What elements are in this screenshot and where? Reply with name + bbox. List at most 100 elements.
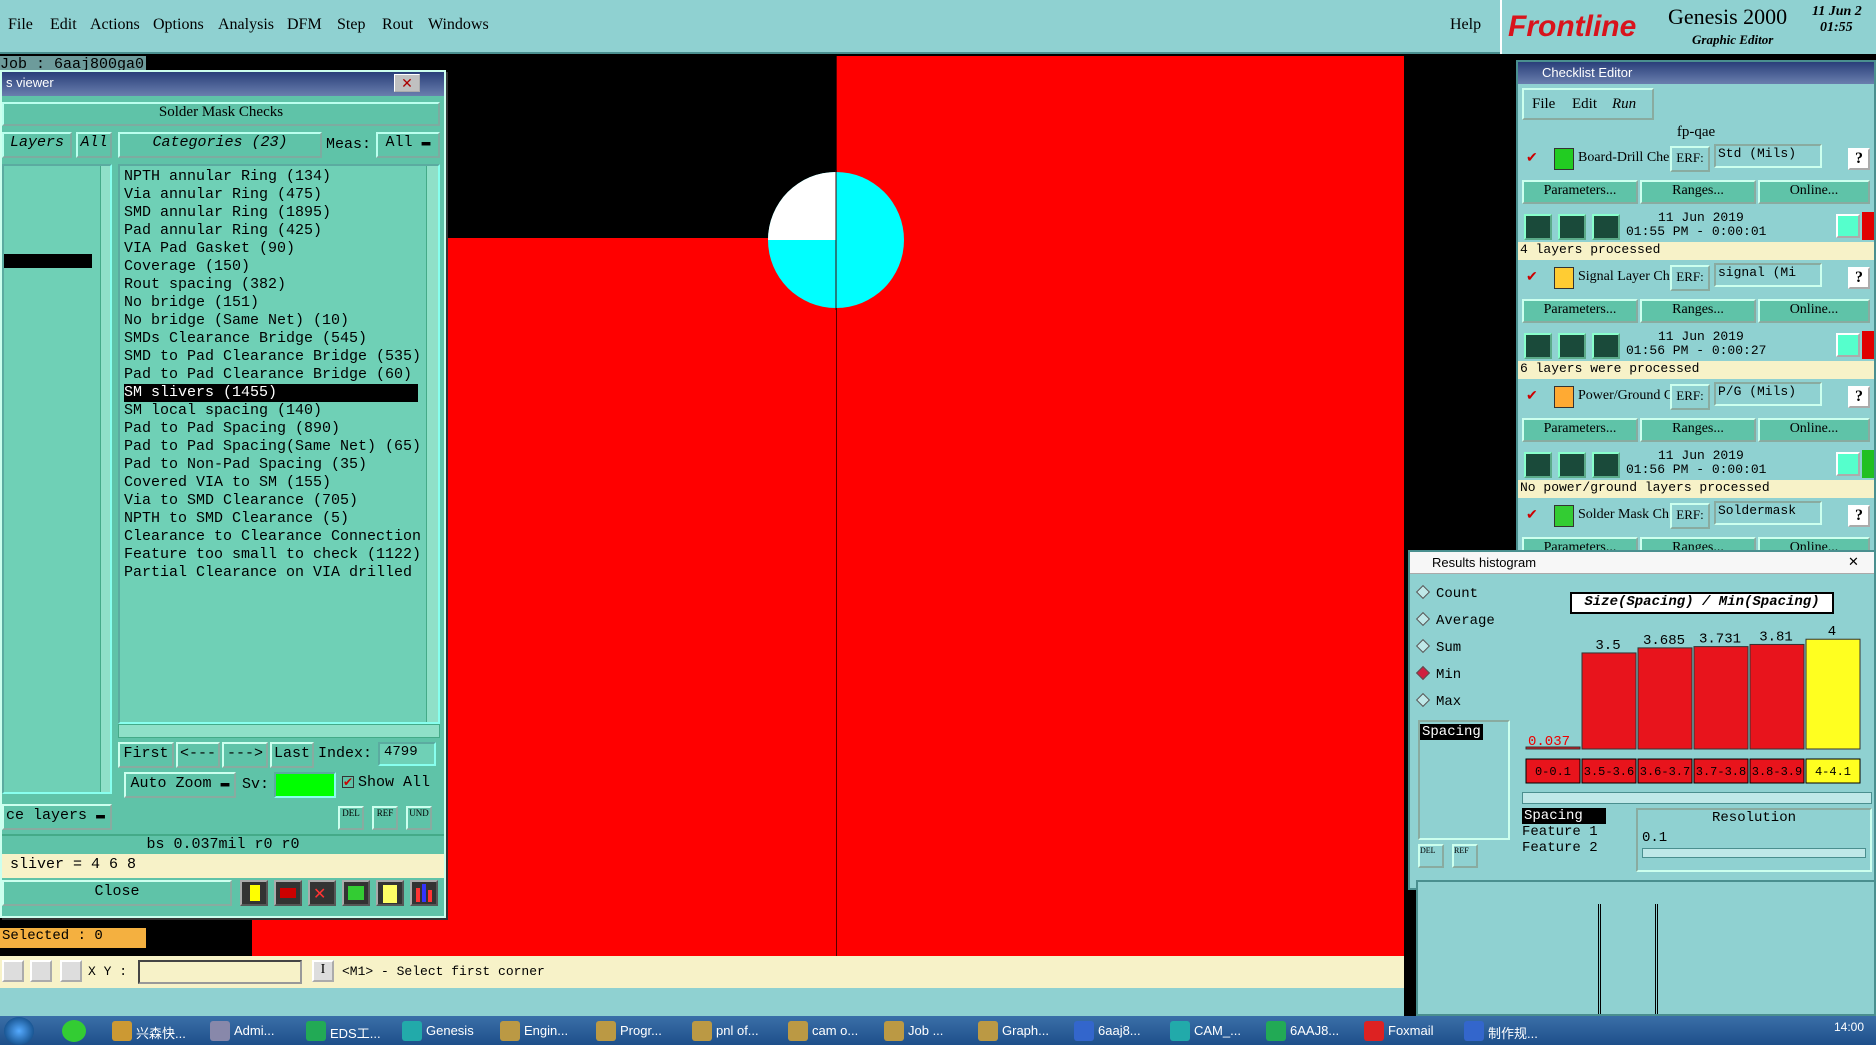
help-icon[interactable]: ? <box>1848 386 1870 408</box>
histogram-bar[interactable] <box>1581 652 1637 750</box>
category-item[interactable]: VIA Pad Gasket (90) <box>124 240 295 258</box>
category-item[interactable]: SMDs Clearance Bridge (545) <box>124 330 367 348</box>
category-item[interactable]: No bridge (Same Net) (10) <box>124 312 349 330</box>
meas-dropdown[interactable]: All ▬ <box>376 132 440 158</box>
category-item[interactable]: Rout spacing (382) <box>124 276 286 294</box>
category-item[interactable]: SM local spacing (140) <box>124 402 322 420</box>
histogram-titlebar[interactable]: Results histogram ✕ <box>1410 552 1874 574</box>
histogram-close-icon[interactable]: ✕ <box>1848 554 1859 570</box>
taskbar-item[interactable]: 兴森快... <box>108 1019 202 1043</box>
erf-value[interactable]: Std (Mils) <box>1714 144 1822 168</box>
layers-list[interactable] <box>2 164 112 794</box>
erf-button[interactable]: ERF: <box>1670 265 1710 291</box>
category-item[interactable]: Coverage (150) <box>124 258 250 276</box>
close-icon[interactable]: ✕ <box>394 74 420 92</box>
menu-rout[interactable]: Rout <box>382 16 413 34</box>
grid-icon[interactable] <box>60 960 82 982</box>
resolution-slider[interactable] <box>1642 848 1866 858</box>
sv-color-dropdown[interactable] <box>274 772 336 798</box>
next-button[interactable]: ---> <box>222 742 268 768</box>
checklist-titlebar[interactable]: Checklist Editor <box>1518 62 1874 84</box>
notes-icon[interactable] <box>376 880 404 906</box>
histogram-hscrollbar[interactable] <box>1522 792 1872 804</box>
check-enabled-checkbox[interactable]: ✔ <box>1526 388 1538 405</box>
menu-windows[interactable]: Windows <box>428 16 489 34</box>
menu-edit[interactable]: Edit <box>50 16 77 34</box>
category-item[interactable]: SM slivers (1455) <box>124 384 418 402</box>
erf-value[interactable]: Soldermask <box>1714 501 1822 525</box>
category-item[interactable]: Via to SMD Clearance (705) <box>124 492 358 510</box>
report-icon[interactable] <box>274 880 302 906</box>
browser-icon[interactable] <box>62 1020 86 1042</box>
category-item[interactable]: Pad to Pad Clearance Bridge (60) <box>124 366 412 384</box>
delete-icon[interactable]: DEL <box>338 806 364 830</box>
online-button[interactable]: Online... <box>1758 418 1870 442</box>
tab-layers[interactable]: Layers <box>2 132 72 158</box>
taskbar-item[interactable]: 6aaj8... <box>1070 1019 1164 1043</box>
last-button[interactable]: Last <box>270 742 314 768</box>
export-icon[interactable] <box>342 880 370 906</box>
close-button[interactable]: Close <box>2 880 232 906</box>
check-name[interactable]: Power/Ground C <box>1578 388 1670 404</box>
parameters-button[interactable]: Parameters... <box>1522 299 1638 323</box>
parameters-button[interactable]: Parameters... <box>1522 418 1638 442</box>
menu-actions[interactable]: Actions <box>90 16 140 34</box>
stop-icon[interactable] <box>1592 333 1620 359</box>
categories-list[interactable]: NPTH annular Ring (134) Via annular Ring … <box>118 164 440 724</box>
layers-dropdown[interactable]: ce layers ▬ <box>2 804 112 830</box>
erf-button[interactable]: ERF: <box>1670 146 1710 172</box>
checklist-menu-file[interactable]: File <box>1532 96 1555 113</box>
taskbar-item[interactable]: Genesis <box>398 1019 492 1043</box>
category-item[interactable]: Pad to Pad Spacing(Same Net) (65) <box>124 438 421 456</box>
taskbar-item[interactable]: Progr... <box>592 1019 686 1043</box>
category-item[interactable]: No bridge (151) <box>124 294 259 312</box>
help-icon[interactable]: ? <box>1848 148 1870 170</box>
menu-file[interactable]: File <box>8 16 33 34</box>
category-item[interactable]: Partial Clearance on VIA drilled <box>124 564 412 582</box>
histogram-bar[interactable] <box>1805 638 1861 750</box>
layers-scrollbar[interactable] <box>100 166 110 792</box>
erf-button[interactable]: ERF: <box>1670 384 1710 410</box>
check-enabled-checkbox[interactable]: ✔ <box>1526 507 1538 524</box>
zoom-results-icon[interactable] <box>1836 214 1860 238</box>
zoom-results-icon[interactable] <box>1836 452 1860 476</box>
taskbar-item[interactable]: CAM_... <box>1166 1019 1260 1043</box>
category-item[interactable]: SMD to Pad Clearance Bridge (535) <box>124 348 421 366</box>
auto-zoom-dropdown[interactable]: Auto Zoom ▬ <box>124 772 236 798</box>
parameters-button[interactable]: Parameters... <box>1522 180 1638 204</box>
mode-radio-max[interactable]: Max <box>1415 692 1461 710</box>
measure-icon[interactable] <box>30 960 52 982</box>
histogram-refresh-icon[interactable]: REF <box>1452 844 1478 868</box>
check-name[interactable]: Board-Drill Che <box>1578 150 1670 166</box>
selected-layer-row[interactable] <box>4 254 92 268</box>
erf-value[interactable]: P/G (Mils) <box>1714 382 1822 406</box>
taskbar-item[interactable]: Foxmail <box>1360 1019 1454 1043</box>
histogram-bar[interactable] <box>1637 647 1693 750</box>
taskbar-item[interactable]: Engin... <box>496 1019 590 1043</box>
menu-analysis[interactable]: Analysis <box>218 16 274 34</box>
mode-radio-average[interactable]: Average <box>1415 611 1495 629</box>
taskbar-item[interactable]: Graph... <box>974 1019 1068 1043</box>
first-button[interactable]: First <box>118 742 174 768</box>
category-item[interactable]: SMD annular Ring (1895) <box>124 204 331 222</box>
show-all-checkbox[interactable]: ✔ <box>342 776 354 788</box>
category-item[interactable]: Feature too small to check (1122) <box>124 546 421 564</box>
undo-icon[interactable]: UND <box>406 806 432 830</box>
run-icon[interactable] <box>1524 333 1552 359</box>
mode-radio-min[interactable]: Min <box>1415 665 1461 683</box>
check-enabled-checkbox[interactable]: ✔ <box>1526 269 1538 286</box>
check-name[interactable]: Signal Layer Ch <box>1578 269 1670 285</box>
zoom-results-icon[interactable] <box>1836 333 1860 357</box>
histogram-delete-icon[interactable]: DEL <box>1418 844 1444 868</box>
stop-icon[interactable] <box>1592 214 1620 240</box>
check-name[interactable]: Solder Mask Ch <box>1578 507 1670 523</box>
run-icon[interactable] <box>1524 214 1552 240</box>
categories-hscrollbar[interactable] <box>118 724 440 738</box>
histogram-icon[interactable] <box>410 880 438 906</box>
checklist-menu-run[interactable]: Run <box>1612 96 1636 113</box>
taskbar-item[interactable]: 制作规... <box>1460 1019 1554 1043</box>
ranges-button[interactable]: Ranges... <box>1640 180 1756 204</box>
start-icon[interactable] <box>4 1017 34 1045</box>
menu-dfm[interactable]: DFM <box>287 16 322 34</box>
layers-all-button[interactable]: All <box>76 132 112 158</box>
